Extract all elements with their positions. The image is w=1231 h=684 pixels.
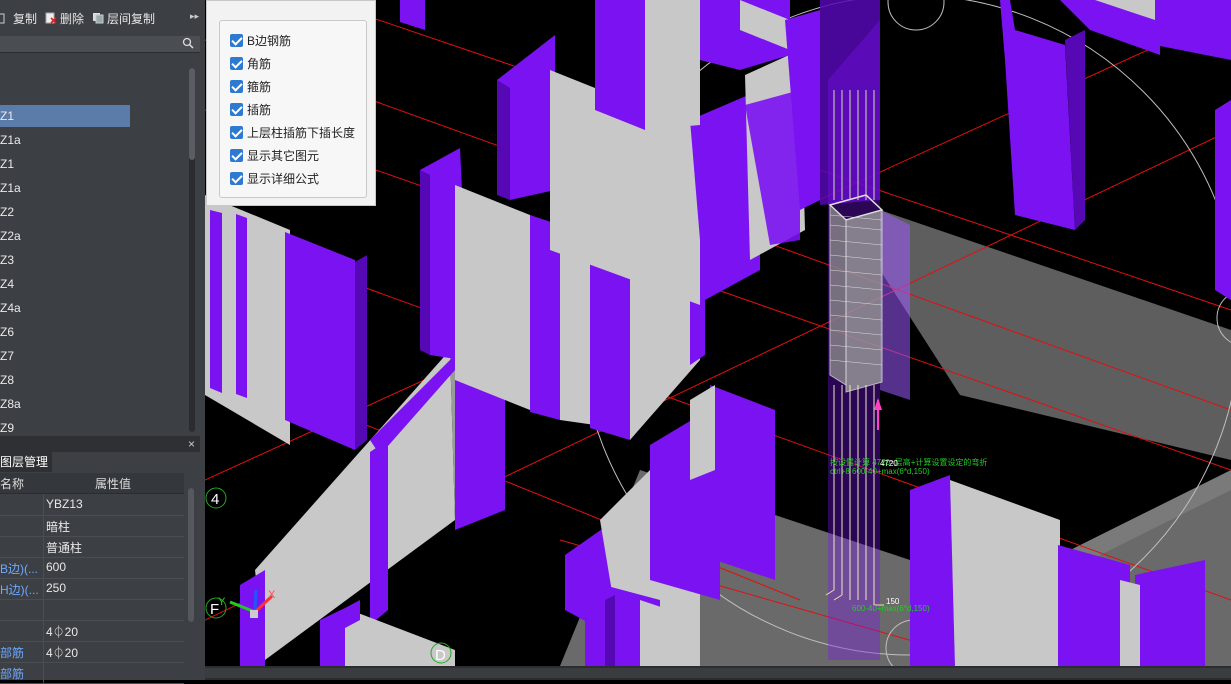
checkbox-checked-icon[interactable] (230, 102, 243, 116)
formula-text-1: 按设置计算 4720=层高+计算设置设定的弯折 (830, 457, 987, 467)
search-icon[interactable] (182, 37, 194, 49)
list-item[interactable]: Z1a (0, 177, 130, 199)
property-value: 600 (46, 560, 67, 574)
tab-layer-management[interactable]: 图层管理 (0, 452, 52, 472)
option-show-other-elements[interactable]: 显示其它图元 (230, 146, 319, 164)
property-row[interactable]: 部筋 4⏀20 (0, 641, 184, 663)
left-panel: 复制 删除 层间复制 ▸▸ Z1 Z1a Z1 Z1a Z2 Z2a Z3 Z4… (0, 0, 205, 684)
column-name-header: 名称 (0, 477, 25, 491)
property-row[interactable]: 暗柱 (0, 515, 184, 537)
option-upper-dowel-length[interactable]: 上层柱插筋下插长度 (230, 123, 355, 141)
option-stirrup[interactable]: 箍筋 (230, 77, 271, 95)
option-show-detailed-formula[interactable]: 显示详细公式 (230, 169, 319, 187)
tab-bar: 图层管理 (0, 452, 200, 472)
copy-label: 复制 (13, 11, 38, 26)
display-options-popup: B边钢筋 角筋 箍筋 插筋 上层柱插筋下插长度 显示其它图元 显示详细公式 (206, 0, 376, 206)
svg-text:Y: Y (218, 596, 226, 608)
axis-label-d: D (435, 647, 446, 664)
checkbox-checked-icon[interactable] (230, 171, 243, 185)
property-row[interactable]: B边)(... 600 (0, 557, 184, 579)
copy-button[interactable]: 复制 (0, 10, 37, 27)
formula-text-2: ctrl+8 600-40+max(6*d,150) (830, 467, 930, 476)
option-b-side-rebar[interactable]: B边钢筋 (230, 31, 291, 49)
delete-button[interactable]: 删除 (45, 10, 84, 27)
dimension-4720: 4720 (880, 459, 898, 468)
list-item[interactable]: Z8 (0, 369, 130, 391)
list-item[interactable]: Z2 (0, 201, 130, 223)
toolbar: 复制 删除 层间复制 ▸▸ (0, 0, 205, 36)
property-value: 4⏀20 (46, 646, 79, 660)
property-value: 普通柱 (46, 541, 83, 555)
list-scrollbar-thumb[interactable] (189, 68, 195, 160)
viewport-horizontal-scrollbar[interactable] (205, 666, 1231, 680)
property-scrollbar[interactable] (188, 488, 194, 622)
property-scrollbar-thumb[interactable] (188, 488, 194, 622)
options-group: B边钢筋 角筋 箍筋 插筋 上层柱插筋下插长度 显示其它图元 显示详细公式 (219, 20, 367, 198)
svg-text:X: X (268, 589, 276, 601)
viewport-scrollbar-thumb[interactable] (205, 668, 1231, 678)
list-item[interactable]: Z1 (0, 153, 130, 175)
option-corner-rebar[interactable]: 角筋 (230, 54, 271, 72)
copy-icon (0, 13, 5, 24)
list-item[interactable]: Z9 (0, 417, 130, 436)
property-row[interactable] (0, 599, 184, 621)
property-row[interactable]: 部筋 (0, 662, 184, 684)
list-item[interactable]: Z6 (0, 321, 130, 343)
property-row[interactable]: YBZ13 (0, 494, 184, 516)
delete-label: 删除 (60, 11, 85, 26)
list-scrollbar[interactable] (189, 68, 195, 432)
property-key: B边)(... (0, 562, 38, 576)
panel-separator: × (0, 436, 200, 452)
checkbox-checked-icon[interactable] (230, 56, 243, 70)
floor-copy-button[interactable]: 层间复制 (92, 10, 155, 27)
property-table-header: 名称 属性值 (0, 473, 184, 494)
checkbox-checked-icon[interactable] (230, 33, 243, 47)
property-row[interactable]: 4⏀20 (0, 620, 184, 642)
list-item[interactable]: Z1a (0, 129, 130, 151)
checkbox-checked-icon[interactable] (230, 148, 243, 162)
property-key: 部筋 (0, 667, 25, 681)
property-key: H边)(... (0, 583, 39, 597)
property-value: 250 (46, 581, 67, 595)
column-value-header: 属性值 (95, 477, 132, 491)
floor-copy-icon (93, 13, 104, 24)
more-button[interactable]: ▸▸ (190, 11, 199, 22)
property-value: 暗柱 (46, 520, 71, 534)
delete-icon (45, 12, 57, 24)
checkbox-checked-icon[interactable] (230, 125, 243, 139)
formula-text-3: 600-40+max(6*d,150) (852, 604, 930, 613)
floor-copy-label: 层间复制 (107, 11, 156, 26)
property-row[interactable]: 普通柱 (0, 536, 184, 558)
property-value: 4⏀20 (46, 625, 79, 639)
list-item[interactable]: Z2a (0, 225, 130, 247)
checkbox-checked-icon[interactable] (230, 79, 243, 93)
property-key: 部筋 (0, 646, 25, 660)
list-item[interactable]: Z4a (0, 297, 130, 319)
component-list: Z1 Z1a Z1 Z1a Z2 Z2a Z3 Z4 Z4a Z6 Z7 Z8 … (0, 58, 190, 436)
property-row[interactable]: H边)(... 250 (0, 578, 184, 600)
search-bar[interactable] (0, 36, 200, 53)
property-value: YBZ13 (46, 497, 83, 511)
list-item[interactable]: Z8a (0, 393, 130, 415)
list-item[interactable]: Z7 (0, 345, 130, 367)
list-item[interactable]: Z4 (0, 273, 130, 295)
close-icon[interactable]: × (188, 437, 195, 451)
list-item[interactable]: Z3 (0, 249, 130, 271)
option-dowel-rebar[interactable]: 插筋 (230, 100, 271, 118)
axis-label-4: 4 (211, 491, 219, 508)
list-item[interactable]: Z1 (0, 105, 130, 127)
